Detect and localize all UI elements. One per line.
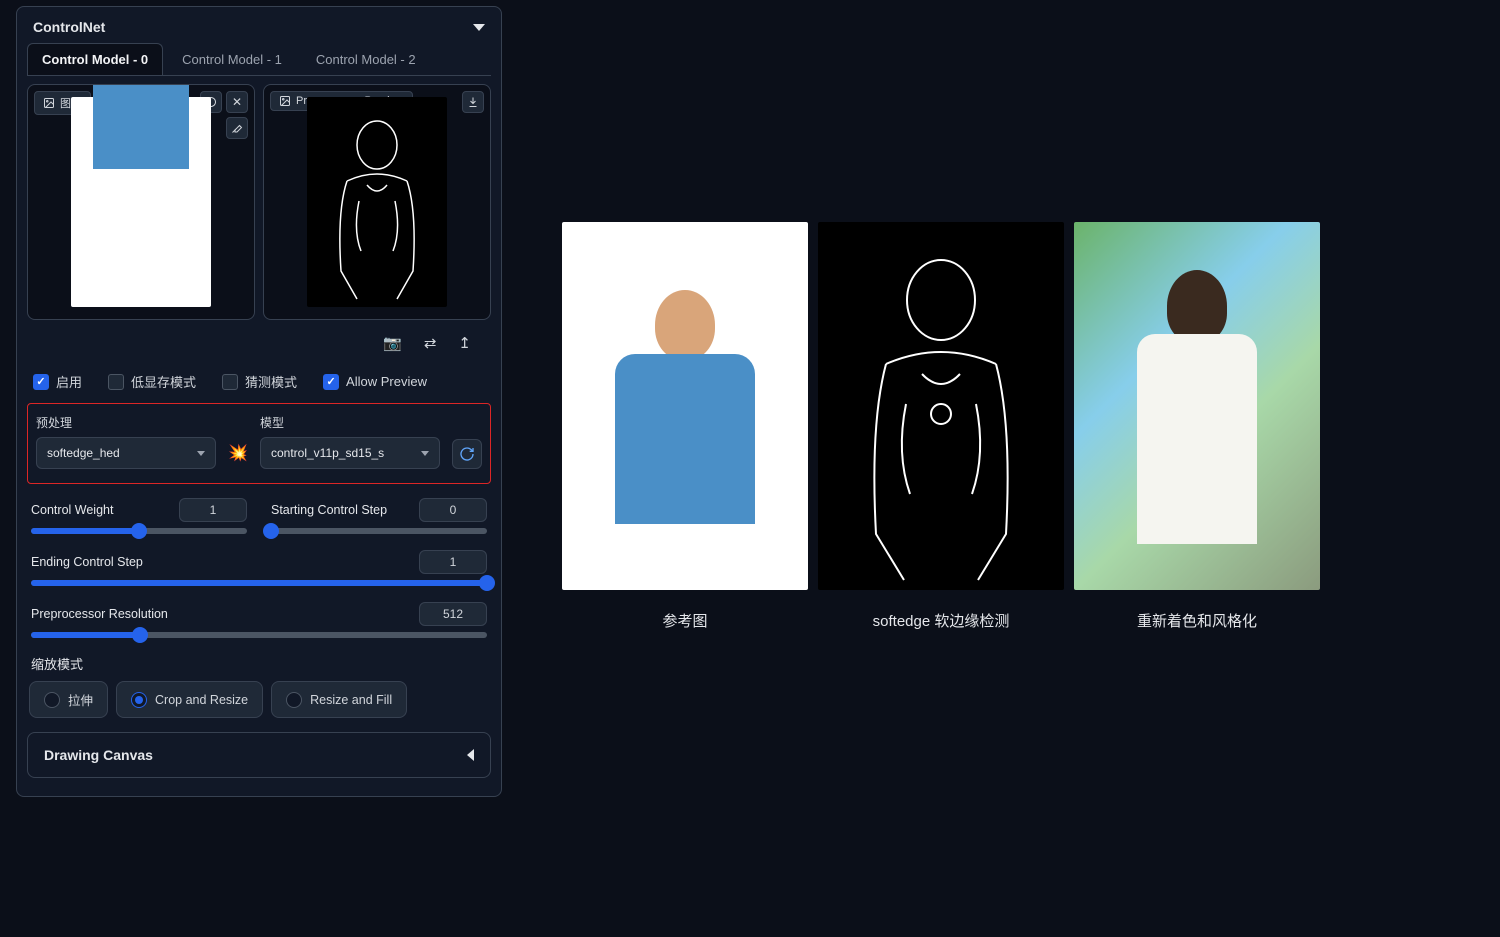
radio-icon: [286, 692, 302, 708]
guess-label: 猜测模式: [245, 372, 297, 391]
preprocessor-label: 预处理: [36, 414, 216, 431]
collapse-caret-icon[interactable]: [473, 24, 485, 31]
gallery-caption: 重新着色和风格化: [1137, 610, 1257, 631]
chevron-down-icon: [197, 451, 205, 456]
tab-control-model-1[interactable]: Control Model - 1: [167, 43, 297, 75]
checkbox-icon: [323, 374, 339, 390]
gallery-caption: 参考图: [662, 610, 707, 631]
resolution-slider[interactable]: Preprocessor Resolution 512: [27, 596, 491, 648]
image-row: 图像 ✕ Preprocessor Preview: [27, 84, 491, 320]
refresh-models-button[interactable]: [452, 439, 482, 469]
resize-mode-radios: 拉伸 Crop and Resize Resize and Fill: [27, 681, 491, 718]
expand-left-icon: [467, 749, 474, 761]
upload-icon[interactable]: ↥: [458, 334, 471, 352]
resize-stretch-label: 拉伸: [68, 690, 93, 709]
control-weight-value[interactable]: 1: [179, 498, 247, 522]
refresh-icon: [459, 446, 475, 462]
resolution-value[interactable]: 512: [419, 602, 487, 626]
control-weight-slider[interactable]: Control Weight 1: [27, 492, 251, 544]
radio-icon: [131, 692, 147, 708]
resize-crop-radio[interactable]: Crop and Resize: [116, 681, 263, 718]
model-select[interactable]: control_v11p_sd15_s: [260, 437, 440, 469]
starting-step-label: Starting Control Step: [271, 503, 387, 517]
resize-mode-label: 缩放模式: [27, 648, 491, 681]
ending-step-label: Ending Control Step: [31, 555, 143, 569]
chevron-down-icon: [421, 451, 429, 456]
close-button[interactable]: ✕: [226, 91, 248, 113]
panel-title: ControlNet: [33, 19, 105, 35]
lowvram-checkbox[interactable]: 低显存模式: [108, 372, 196, 391]
edge-preview-graphic: [317, 111, 437, 301]
allow-preview-label: Allow Preview: [346, 374, 427, 389]
panel-header[interactable]: ControlNet: [27, 15, 491, 43]
image-icon: [279, 95, 291, 107]
lowvram-label: 低显存模式: [131, 372, 196, 391]
ending-step-slider[interactable]: Ending Control Step 1: [27, 544, 491, 596]
preprocessor-value: softedge_hed: [47, 446, 120, 460]
model-tabs: Control Model - 0 Control Model - 1 Cont…: [27, 43, 491, 76]
resize-fill-label: Resize and Fill: [310, 693, 392, 707]
reference-image: [562, 222, 808, 590]
output-gallery: 参考图 softedge 软边缘检测 重新着色和风格化: [562, 222, 1320, 631]
slider-track[interactable]: [31, 632, 487, 638]
slider-track[interactable]: [31, 528, 247, 534]
checkbox-icon: [108, 374, 124, 390]
ending-step-value[interactable]: 1: [419, 550, 487, 574]
drawing-canvas-label: Drawing Canvas: [44, 747, 153, 763]
enable-checkbox[interactable]: 启用: [33, 372, 82, 391]
slider-track[interactable]: [271, 528, 487, 534]
softedge-image: [818, 222, 1064, 590]
preview-image-placeholder: [307, 97, 447, 307]
checkbox-icon: [33, 374, 49, 390]
drawing-canvas-toggle[interactable]: Drawing Canvas: [27, 732, 491, 778]
enable-label: 启用: [56, 372, 82, 391]
controlnet-panel: ControlNet Control Model - 0 Control Mod…: [16, 6, 502, 797]
model-value: control_v11p_sd15_s: [271, 446, 384, 460]
tab-control-model-0[interactable]: Control Model - 0: [27, 43, 163, 75]
preview-image-box[interactable]: Preprocessor Preview: [263, 84, 491, 320]
starting-step-value[interactable]: 0: [419, 498, 487, 522]
resize-crop-label: Crop and Resize: [155, 693, 248, 707]
gallery-item: softedge 软边缘检测: [818, 222, 1064, 631]
input-image-box[interactable]: 图像 ✕: [27, 84, 255, 320]
allow-preview-checkbox[interactable]: Allow Preview: [323, 374, 427, 390]
options-row: 启用 低显存模式 猜测模式 Allow Preview: [27, 362, 491, 401]
image-icon: [43, 97, 55, 109]
model-label: 模型: [260, 414, 440, 431]
resolution-label: Preprocessor Resolution: [31, 607, 168, 621]
gallery-item: 重新着色和风格化: [1074, 222, 1320, 631]
edit-button[interactable]: [226, 117, 248, 139]
edge-graphic: [836, 244, 1046, 584]
gallery-caption: softedge 软边缘检测: [873, 610, 1010, 631]
swap-icon[interactable]: ⇄: [424, 334, 437, 352]
resize-stretch-radio[interactable]: 拉伸: [29, 681, 108, 718]
gallery-item: 参考图: [562, 222, 808, 631]
starting-step-slider[interactable]: Starting Control Step 0: [267, 492, 491, 544]
mid-action-icons: 📷 ⇄ ↥: [27, 320, 491, 362]
camera-icon[interactable]: 📷: [383, 334, 402, 352]
tab-control-model-2[interactable]: Control Model - 2: [301, 43, 431, 75]
input-image-placeholder: [71, 97, 211, 307]
download-button[interactable]: [462, 91, 484, 113]
slider-track[interactable]: [31, 580, 487, 586]
stylized-image: [1074, 222, 1320, 590]
checkbox-icon: [222, 374, 238, 390]
run-preprocessor-button[interactable]: 💥: [228, 443, 248, 469]
control-weight-label: Control Weight: [31, 503, 113, 517]
preprocessor-model-section: 预处理 softedge_hed 💥 模型 control_v11p_sd15_…: [27, 403, 491, 484]
resize-fill-radio[interactable]: Resize and Fill: [271, 681, 407, 718]
preprocessor-select[interactable]: softedge_hed: [36, 437, 216, 469]
guess-checkbox[interactable]: 猜测模式: [222, 372, 297, 391]
radio-icon: [44, 692, 60, 708]
